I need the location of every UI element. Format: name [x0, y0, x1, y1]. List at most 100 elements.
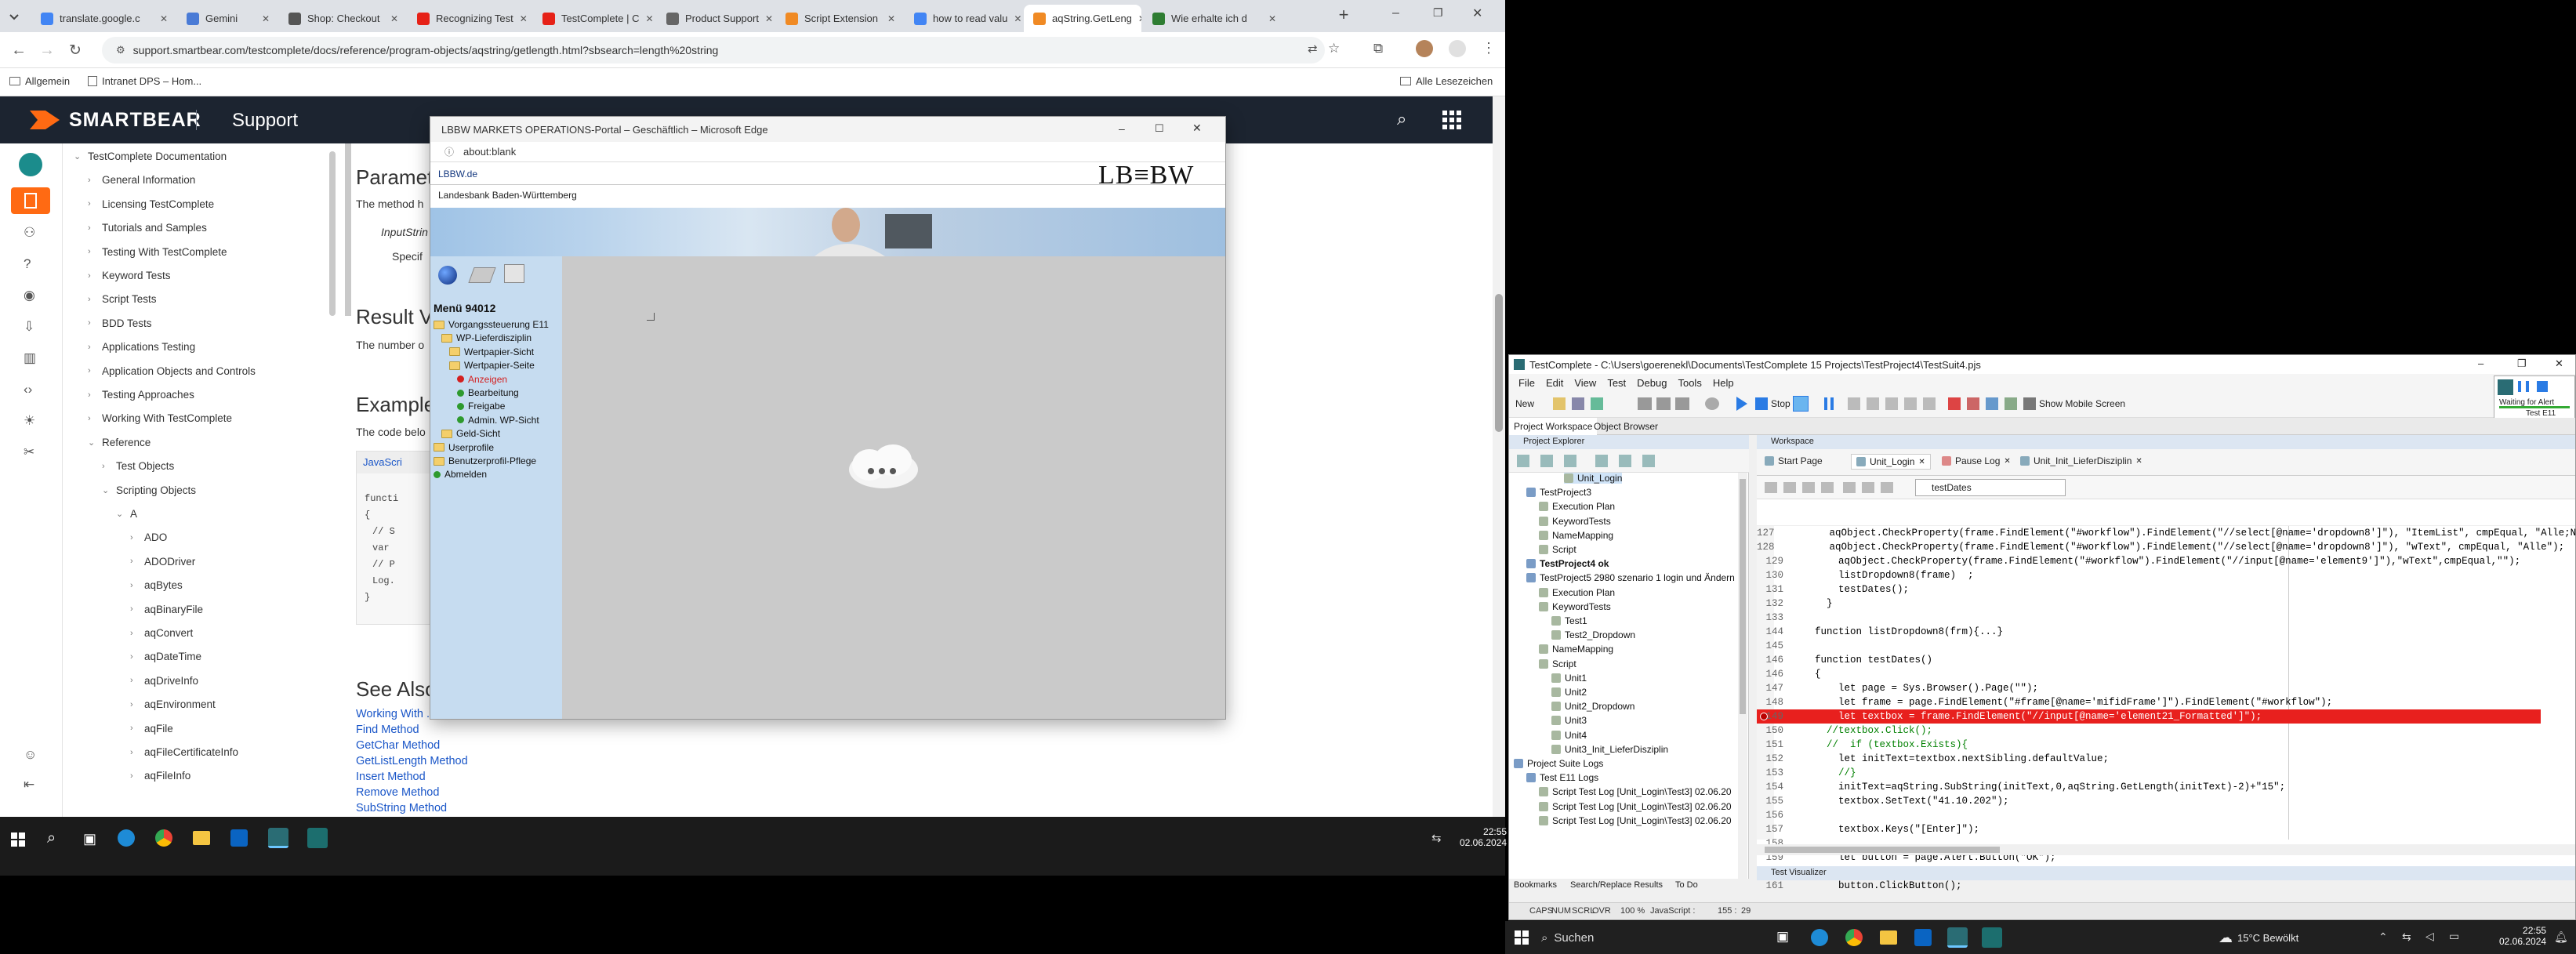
nav-item[interactable]: › aqBytes — [130, 579, 183, 591]
run-icon[interactable] — [1736, 397, 1747, 411]
nav-item[interactable]: › Script Tests — [88, 293, 157, 305]
record-icon[interactable] — [1638, 397, 1652, 410]
indent-icon[interactable] — [1765, 482, 1777, 493]
tree-item[interactable]: Execution Plan — [1539, 587, 1615, 598]
search-icon[interactable]: ⌕ — [1397, 109, 1406, 129]
tab-5[interactable]: Product Support ✕ — [657, 5, 775, 32]
nav-item[interactable]: › aqDriveInfo — [130, 675, 198, 687]
routine-select[interactable]: testDates — [1915, 479, 2066, 496]
see-also-link[interactable]: Insert Method — [356, 771, 426, 783]
search-icon[interactable]: ⌕ — [47, 829, 56, 847]
breakpoints-icon[interactable] — [1967, 397, 1979, 410]
tree-item[interactable]: Script Test Log [Unit_Login\Test3] 02.06… — [1539, 801, 1732, 812]
comment-icon[interactable] — [1802, 482, 1815, 493]
tree-item[interactable]: Unit2_Dropdown — [1551, 701, 1634, 712]
back-icon[interactable]: ← — [11, 42, 27, 60]
next-bookmark-icon[interactable] — [1881, 482, 1893, 493]
object-spy-icon[interactable] — [1675, 397, 1689, 410]
nav-item[interactable]: › aqDateTime — [130, 651, 201, 662]
see-also-link[interactable]: Find Method — [356, 724, 419, 736]
lbbw-link[interactable]: LBBW.de — [438, 169, 477, 180]
task-view-icon[interactable]: ▣ — [83, 831, 96, 847]
tree-item[interactable]: Test1 — [1551, 615, 1587, 626]
mobile-icon[interactable] — [2023, 397, 2036, 410]
menu-kebab-icon[interactable]: ⋮ — [1482, 40, 1496, 56]
menu-item[interactable]: Admin. WP-Sicht — [457, 415, 539, 426]
nav-item[interactable]: › aqFileInfo — [130, 770, 190, 782]
popup-address-bar[interactable]: ⓘ about:blank — [430, 142, 1225, 162]
tree-item[interactable]: KeywordTests — [1539, 601, 1611, 612]
tree-item[interactable]: NameMapping — [1539, 644, 1613, 655]
locals-icon[interactable] — [2005, 397, 2017, 410]
nav-item[interactable]: › aqEnvironment — [130, 698, 216, 710]
folder-icon[interactable] — [1595, 455, 1608, 467]
nav-item[interactable]: › ADO — [130, 531, 167, 543]
close-icon[interactable]: ✕ — [1918, 458, 1925, 466]
nav-item[interactable]: › BDD Tests — [88, 317, 152, 329]
bottom-tab[interactable]: Bookmarks — [1514, 880, 1557, 890]
close-icon[interactable]: ✕ — [645, 13, 653, 24]
tree-item[interactable]: Unit1 — [1551, 673, 1587, 684]
close-icon[interactable]: ✕ — [1138, 13, 1141, 24]
code-text[interactable]: button.ClickButton(); — [1815, 880, 1962, 891]
scroll-thumb[interactable] — [1740, 479, 1746, 714]
see-also-link[interactable]: Working With ... — [356, 708, 436, 720]
new-button[interactable]: New — [1515, 398, 1534, 409]
close-icon[interactable]: ✕ — [765, 13, 773, 24]
step-over-icon[interactable] — [1885, 397, 1898, 410]
tab-8[interactable]: aqString.GetLeng ✕ — [1024, 5, 1141, 32]
menu-item[interactable]: Vorgangssteuerung E11 — [434, 319, 549, 330]
tab-9[interactable]: Wie erhalte ich d ✕ — [1143, 5, 1284, 32]
pause-icon[interactable] — [2518, 381, 2529, 392]
menu-item[interactable]: Abmelden — [434, 469, 487, 480]
uncomment-icon[interactable] — [1821, 482, 1834, 493]
close-button[interactable]: ✕ — [2555, 357, 2563, 370]
page-scrollbar[interactable] — [1493, 96, 1505, 817]
code-text[interactable]: { — [1815, 669, 1821, 680]
close-icon[interactable]: ✕ — [390, 13, 398, 24]
workstation-icon[interactable] — [504, 264, 524, 283]
nav-item[interactable]: › Licensing TestComplete — [88, 198, 214, 210]
maximize-button[interactable]: ❐ — [1433, 6, 1443, 20]
tab-4[interactable]: TestComplete | C ✕ — [533, 5, 655, 32]
nav-item[interactable]: › Working With TestComplete — [88, 412, 232, 424]
code-text[interactable]: aqObject.CheckProperty(frame.FindElement… — [1815, 556, 2520, 567]
tree-item[interactable]: TestProject3 — [1526, 487, 1591, 498]
menu-debug[interactable]: Debug — [1637, 377, 1667, 389]
step-icon[interactable] — [1848, 397, 1860, 410]
site-info-icon[interactable]: ⚙ — [116, 44, 125, 56]
community-icon[interactable]: ⚇ — [24, 225, 35, 241]
add-icon[interactable] — [1517, 455, 1529, 467]
menu-item[interactable]: Freigabe — [457, 401, 505, 412]
settings-icon[interactable] — [1642, 455, 1655, 467]
nav-item[interactable]: › ADODriver — [130, 556, 195, 568]
bookmark-intranet[interactable]: Intranet DPS – Hom... — [88, 75, 201, 87]
nav-item[interactable]: › Testing With TestComplete — [88, 246, 227, 258]
save-all-icon[interactable] — [1591, 397, 1603, 410]
code-text[interactable]: let initText=textbox.nextSibling.default… — [1815, 753, 2109, 764]
tree-item[interactable]: Test2_Dropdown — [1551, 629, 1635, 640]
tree-scrollbar[interactable] — [1738, 473, 1747, 879]
nav-item[interactable]: ⌄ TestComplete Documentation — [74, 151, 227, 162]
nav-item[interactable]: › aqFile — [130, 723, 173, 735]
menu-item[interactable]: Wertpapier-Seite — [449, 360, 535, 371]
tree-item[interactable]: Execution Plan — [1539, 501, 1615, 512]
bookmark-star-icon[interactable]: ☆ — [1328, 41, 1340, 56]
close-button[interactable]: ✕ — [1472, 5, 1482, 21]
new-tab-button[interactable]: + — [1333, 5, 1355, 27]
help-icon[interactable]: ? — [24, 256, 31, 272]
explorer-taskbar-icon[interactable] — [1880, 930, 1897, 945]
bottom-tab[interactable]: Search/Replace Results — [1570, 880, 1663, 890]
nav-item[interactable]: › Tutorials and Samples — [88, 222, 207, 234]
code-text[interactable]: initText=aqString.SubString(initText,0,a… — [1815, 782, 2285, 793]
forward-icon[interactable]: → — [39, 42, 55, 60]
editor-tab[interactable]: Unit_Login ✕ — [1851, 454, 1931, 470]
code-text[interactable]: aqObject.CheckProperty(frame.FindElement… — [1806, 528, 2576, 539]
testexecute-taskbar-icon[interactable] — [307, 828, 328, 848]
editor-tab[interactable]: Start Page — [1765, 455, 1823, 466]
show-mobile-screen[interactable]: Show Mobile Screen — [2039, 398, 2125, 409]
nav-item[interactable]: › Applications Testing — [88, 341, 195, 353]
menu-test[interactable]: Test — [1607, 377, 1626, 389]
nav-item[interactable]: › aqBinaryFile — [130, 604, 203, 615]
extensions-icon[interactable]: ⧉ — [1373, 41, 1383, 56]
